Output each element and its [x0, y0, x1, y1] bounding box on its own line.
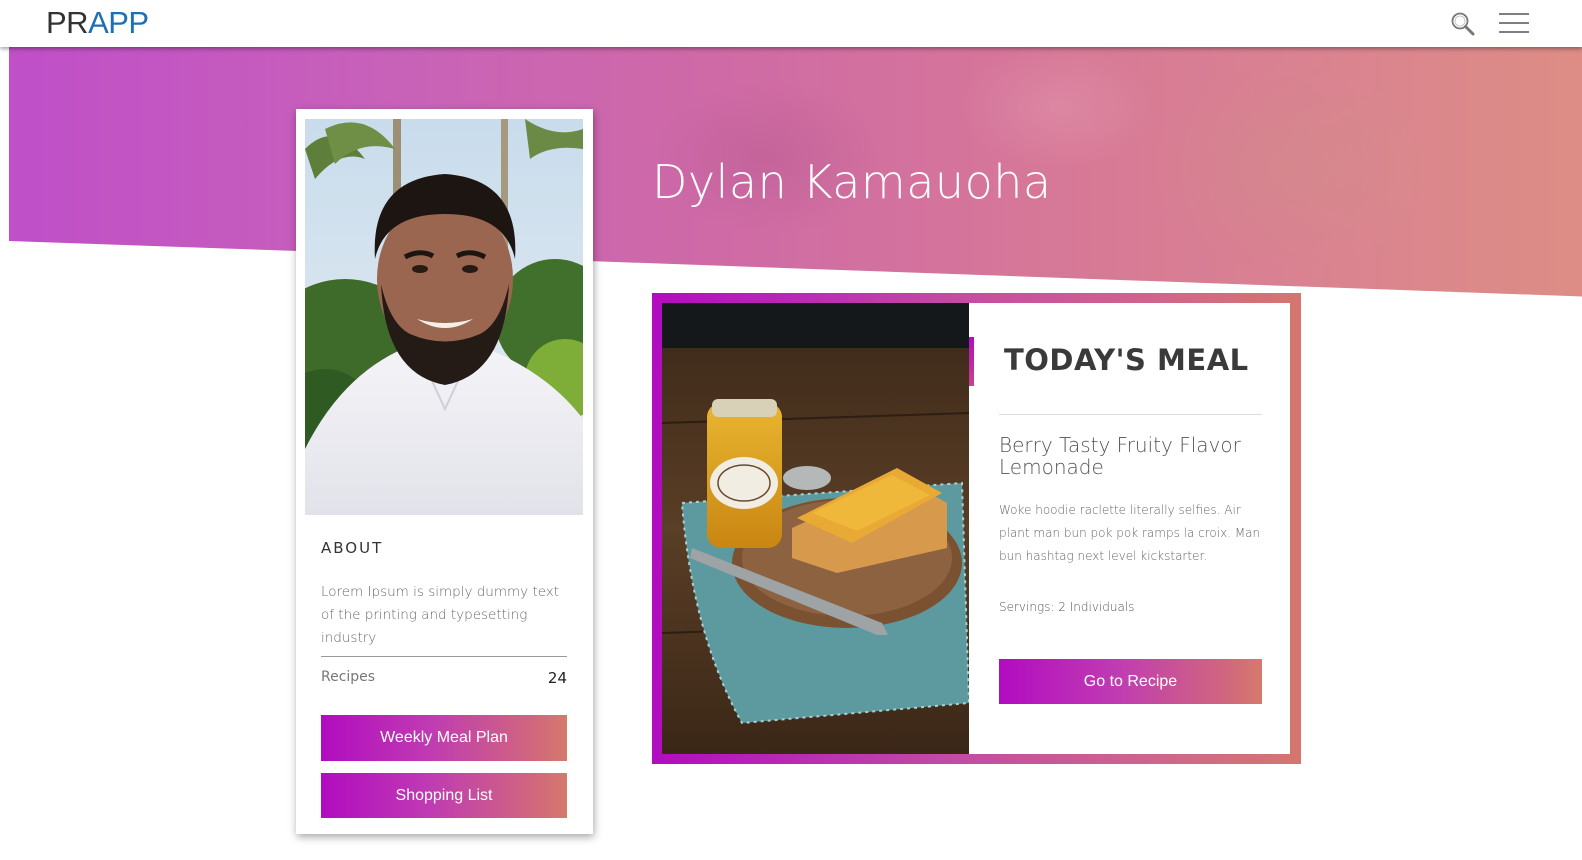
card-divider [321, 656, 567, 657]
brand-logo-part2: APP [88, 5, 149, 40]
profile-card: ABOUT Lorem Ipsum is simply dummy text o… [296, 109, 593, 834]
meal-photo [662, 303, 969, 754]
recipes-label: Recipes [321, 669, 376, 685]
about-heading: ABOUT [321, 539, 384, 557]
top-navbar: PRAPP [0, 0, 1582, 47]
brand-logo[interactable]: PRAPP [46, 5, 149, 41]
hamburger-menu-icon[interactable] [1498, 12, 1530, 34]
search-icon[interactable] [1450, 11, 1476, 37]
meal-divider [999, 414, 1262, 415]
shopping-list-button[interactable]: Shopping List [321, 773, 567, 818]
profile-photo [305, 119, 583, 515]
brand-logo-part1: PR [46, 5, 89, 40]
todays-meal-card: TODAY'S MEAL Berry Tasty Fruity Flavor L… [652, 293, 1301, 764]
profile-name: Dylan Kamauoha [652, 155, 1052, 209]
todays-meal-heading: TODAY'S MEAL [1004, 343, 1249, 377]
meal-card-inner: TODAY'S MEAL Berry Tasty Fruity Flavor L… [662, 303, 1290, 754]
weekly-meal-plan-button[interactable]: Weekly Meal Plan [321, 715, 567, 761]
recipes-count: 24 [547, 669, 567, 687]
go-to-recipe-button[interactable]: Go to Recipe [999, 659, 1262, 704]
meal-servings: Servings: 2 Individuals [999, 600, 1135, 614]
meal-description: Woke hoodie raclette literally selfies. … [999, 503, 1261, 563]
heading-accent-bar [969, 337, 974, 386]
meal-title: Berry Tasty Fruity Flavor Lemonade [999, 433, 1241, 479]
about-text: Lorem Ipsum is simply dummy text of the … [321, 584, 560, 646]
